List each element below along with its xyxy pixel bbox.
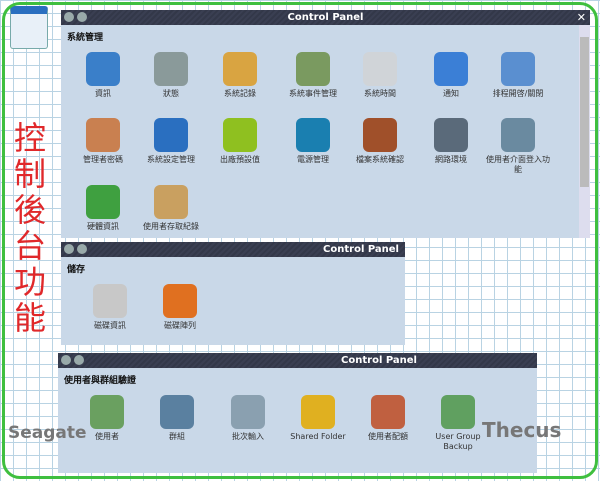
panel-item[interactable]: 網路環境 (416, 118, 486, 165)
thecus-watermark: Thecus (482, 418, 562, 442)
item-icon (86, 52, 120, 86)
section-title: 使用者與群組驗證 (64, 376, 137, 386)
title-bar[interactable]: Control Panel (58, 353, 537, 368)
item-label: 使用者配額 (368, 432, 408, 441)
panel-item[interactable]: 磁碟資訊 (75, 284, 145, 331)
back-button[interactable] (61, 355, 71, 365)
item-icon (363, 52, 397, 86)
item-icon (223, 118, 257, 152)
item-icon (86, 185, 120, 219)
item-label: 電源管理 (297, 155, 329, 164)
item-icon (154, 52, 188, 86)
panel-item[interactable]: 狀態 (136, 52, 206, 99)
item-label: 檔案系統確認 (356, 155, 404, 164)
item-label: 批次輸入 (232, 432, 264, 441)
scrollbar[interactable] (579, 25, 590, 238)
item-label: 磁碟資訊 (94, 321, 126, 330)
panel-title: Control Panel (287, 12, 364, 23)
panel-item[interactable]: 檔案系統確認 (345, 118, 415, 165)
section-title: 系統管理 (67, 33, 104, 43)
item-icon (90, 395, 124, 429)
panel-item[interactable]: 硬體資訊 (68, 185, 138, 232)
title-bar[interactable]: Control Panel (61, 242, 405, 257)
control-panel-storage: Control Panel 儲存 磁碟資訊 磁碟陣列 (61, 242, 405, 345)
item-label: Shared Folder (290, 432, 346, 441)
item-icon (163, 284, 197, 318)
item-icon (441, 395, 475, 429)
item-icon (296, 52, 330, 86)
item-icon (93, 284, 127, 318)
panel-item[interactable]: 磁碟陣列 (145, 284, 215, 331)
item-icon (154, 185, 188, 219)
item-icon (363, 118, 397, 152)
annotation-text: 控制後台功能 (13, 119, 46, 337)
item-label: 群組 (169, 432, 185, 441)
forward-button[interactable] (74, 355, 84, 365)
item-label: 排程開啓/關閉 (492, 89, 544, 98)
forward-button[interactable] (77, 12, 87, 22)
item-label: 系統事件管理 (289, 89, 337, 98)
panel-title: Control Panel (323, 244, 399, 255)
panel-item[interactable]: 使用者配額 (353, 395, 423, 442)
item-label: 管理者密碼 (83, 155, 123, 164)
panel-item[interactable]: 群組 (142, 395, 212, 442)
item-label: 系統記錄 (224, 89, 256, 98)
item-label: 狀態 (163, 89, 179, 98)
panel-title: Control Panel (341, 355, 417, 366)
item-label: 使用者介面登入功能 (486, 155, 550, 174)
back-button[interactable] (64, 244, 74, 254)
panel-item[interactable]: 使用者存取紀錄 (136, 185, 206, 232)
control-panel-system: Control Panel ✕ 系統管理 資訊 狀態 系統記錄 系統事件管理 系統時間 通知… (61, 10, 590, 238)
panel-item[interactable]: 系統時間 (345, 52, 415, 99)
panel-item[interactable]: 電源管理 (278, 118, 348, 165)
section-title: 儲存 (67, 265, 86, 275)
back-button[interactable] (64, 12, 74, 22)
item-icon (223, 52, 257, 86)
forward-button[interactable] (77, 244, 87, 254)
item-icon (154, 118, 188, 152)
item-icon (160, 395, 194, 429)
item-icon (231, 395, 265, 429)
calendar-icon (10, 6, 48, 49)
seagate-watermark: Seagate (8, 423, 87, 443)
panel-item[interactable]: 系統事件管理 (278, 52, 348, 99)
item-icon (501, 52, 535, 86)
item-icon (86, 118, 120, 152)
title-bar[interactable]: Control Panel ✕ (61, 10, 590, 25)
item-icon (434, 52, 468, 86)
item-label: 出廠預設值 (220, 155, 260, 164)
panel-item[interactable]: 排程開啓/關閉 (483, 52, 553, 99)
panel-item[interactable]: 出廠預設值 (205, 118, 275, 165)
item-label: 資訊 (95, 89, 111, 98)
panel-item[interactable]: 系統設定管理 (136, 118, 206, 165)
item-icon (301, 395, 335, 429)
panel-item[interactable]: 通知 (416, 52, 486, 99)
item-label: 磁碟陣列 (164, 321, 196, 330)
item-label: 硬體資訊 (87, 222, 119, 231)
item-label: 使用者存取紀錄 (143, 222, 199, 231)
item-icon (296, 118, 330, 152)
panel-item[interactable]: 批次輸入 (213, 395, 283, 442)
panel-item[interactable]: 使用者介面登入功能 (483, 118, 553, 175)
panel-item[interactable]: 管理者密碼 (68, 118, 138, 165)
control-panel-users: Control Panel 使用者與群組驗證 使用者 群組 批次輸入 Shared F… (58, 353, 537, 473)
item-icon (371, 395, 405, 429)
panel-item[interactable]: Shared Folder (283, 395, 353, 442)
close-icon[interactable]: ✕ (577, 10, 586, 25)
panel-item[interactable]: 資訊 (68, 52, 138, 99)
item-label: 通知 (443, 89, 459, 98)
panel-item[interactable]: 系統記錄 (205, 52, 275, 99)
item-label: 網路環境 (435, 155, 467, 164)
item-label: 系統設定管理 (147, 155, 195, 164)
item-icon (501, 118, 535, 152)
item-label: 系統時間 (364, 89, 396, 98)
item-icon (434, 118, 468, 152)
